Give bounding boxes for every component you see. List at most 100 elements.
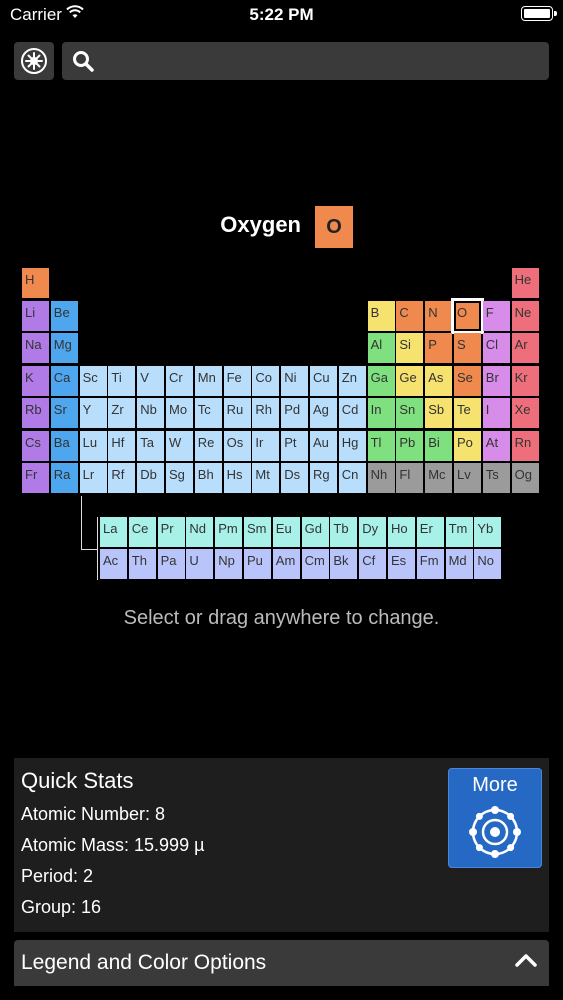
element-cell-si[interactable]: Si [396, 333, 424, 363]
element-cell-pd[interactable]: Pd [281, 398, 309, 428]
element-cell-pu[interactable]: Pu [244, 549, 271, 579]
element-cell-ir[interactable]: Ir [252, 430, 280, 461]
element-cell-fl[interactable]: Fl [396, 463, 424, 493]
element-cell-zr[interactable]: Zr [108, 398, 136, 428]
element-cell-mo[interactable]: Mo [166, 398, 193, 428]
more-button[interactable]: More [448, 768, 542, 868]
element-cell-tl[interactable]: Tl [367, 430, 395, 461]
element-cell-rn[interactable]: Rn [511, 430, 539, 461]
element-cell-n[interactable]: N [425, 300, 453, 331]
element-cell-cr[interactable]: Cr [166, 365, 193, 396]
element-cell-ne[interactable]: Ne [511, 300, 539, 331]
element-cell-og[interactable]: Og [511, 463, 539, 493]
element-cell-bi[interactable]: Bi [425, 430, 453, 461]
element-cell-as[interactable]: As [425, 365, 453, 396]
element-cell-es[interactable]: Es [388, 549, 415, 579]
element-cell-sc[interactable]: Sc [79, 365, 107, 396]
element-cell-nh[interactable]: Nh [367, 463, 395, 493]
element-cell-no[interactable]: No [474, 549, 502, 579]
element-cell-yb[interactable]: Yb [474, 517, 502, 547]
element-cell-lu[interactable]: Lu [79, 430, 107, 461]
element-cell-cu[interactable]: Cu [310, 365, 337, 396]
element-cell-re[interactable]: Re [194, 430, 222, 461]
element-cell-rh[interactable]: Rh [252, 398, 280, 428]
element-cell-md[interactable]: Md [445, 549, 473, 579]
element-cell-ac[interactable]: Ac [100, 549, 127, 579]
element-cell-pr[interactable]: Pr [157, 517, 185, 547]
element-cell-u[interactable]: U [186, 549, 214, 579]
element-cell-pm[interactable]: Pm [215, 517, 243, 547]
element-cell-ru[interactable]: Ru [223, 398, 251, 428]
element-cell-tm[interactable]: Tm [445, 517, 473, 547]
element-cell-np[interactable]: Np [215, 549, 243, 579]
element-cell-pb[interactable]: Pb [396, 430, 424, 461]
element-cell-la[interactable]: La [100, 517, 127, 547]
element-cell-tb[interactable]: Tb [330, 517, 358, 547]
element-cell-ra[interactable]: Ra [50, 463, 78, 493]
element-cell-cf[interactable]: Cf [359, 549, 387, 579]
element-cell-nd[interactable]: Nd [186, 517, 214, 547]
element-cell-tc[interactable]: Tc [194, 398, 222, 428]
element-cell-be[interactable]: Be [50, 300, 78, 331]
element-cell-kr[interactable]: Kr [511, 365, 539, 396]
element-cell-gd[interactable]: Gd [301, 517, 329, 547]
element-cell-dy[interactable]: Dy [359, 517, 387, 547]
element-cell-cn[interactable]: Cn [338, 463, 366, 493]
element-cell-c[interactable]: C [396, 300, 424, 331]
element-cell-b[interactable]: B [367, 300, 395, 331]
element-cell-sn[interactable]: Sn [396, 398, 424, 428]
element-cell-he[interactable]: He [511, 268, 539, 298]
element-cell-p[interactable]: P [425, 333, 453, 363]
element-cell-f[interactable]: F [482, 300, 510, 331]
element-cell-na[interactable]: Na [22, 333, 49, 363]
element-cell-db[interactable]: Db [137, 463, 165, 493]
element-cell-sg[interactable]: Sg [166, 463, 193, 493]
element-cell-mt[interactable]: Mt [252, 463, 280, 493]
element-cell-lv[interactable]: Lv [454, 463, 481, 493]
element-cell-li[interactable]: Li [22, 300, 49, 331]
element-cell-th[interactable]: Th [128, 549, 156, 579]
element-cell-te[interactable]: Te [454, 398, 481, 428]
element-cell-mn[interactable]: Mn [194, 365, 222, 396]
element-cell-ts[interactable]: Ts [482, 463, 510, 493]
element-cell-y[interactable]: Y [79, 398, 107, 428]
element-cell-al[interactable]: Al [367, 333, 395, 363]
element-cell-ar[interactable]: Ar [511, 333, 539, 363]
element-cell-lr[interactable]: Lr [79, 463, 107, 493]
element-cell-i[interactable]: I [482, 398, 510, 428]
element-cell-eu[interactable]: Eu [272, 517, 300, 547]
element-cell-s[interactable]: S [454, 333, 481, 363]
element-cell-po[interactable]: Po [454, 430, 481, 461]
element-cell-os[interactable]: Os [223, 430, 251, 461]
element-cell-w[interactable]: W [166, 430, 193, 461]
element-cell-rg[interactable]: Rg [310, 463, 337, 493]
element-cell-ds[interactable]: Ds [281, 463, 309, 493]
element-cell-h[interactable]: H [22, 268, 49, 298]
element-cell-xe[interactable]: Xe [511, 398, 539, 428]
element-cell-sb[interactable]: Sb [425, 398, 453, 428]
element-cell-co[interactable]: Co [252, 365, 280, 396]
element-cell-rb[interactable]: Rb [22, 398, 49, 428]
element-cell-at[interactable]: At [482, 430, 510, 461]
element-cell-rf[interactable]: Rf [108, 463, 136, 493]
element-cell-au[interactable]: Au [310, 430, 337, 461]
element-cell-hs[interactable]: Hs [223, 463, 251, 493]
element-cell-fr[interactable]: Fr [22, 463, 49, 493]
element-cell-se[interactable]: Se [454, 365, 481, 396]
element-cell-am[interactable]: Am [272, 549, 300, 579]
element-cell-mc[interactable]: Mc [425, 463, 453, 493]
element-cell-ta[interactable]: Ta [137, 430, 165, 461]
element-cell-k[interactable]: K [22, 365, 49, 396]
element-cell-pa[interactable]: Pa [157, 549, 185, 579]
element-cell-ag[interactable]: Ag [310, 398, 337, 428]
element-cell-pt[interactable]: Pt [281, 430, 309, 461]
element-cell-sm[interactable]: Sm [244, 517, 271, 547]
element-cell-ba[interactable]: Ba [50, 430, 78, 461]
element-cell-mg[interactable]: Mg [50, 333, 78, 363]
element-cell-in[interactable]: In [367, 398, 395, 428]
element-cell-ga[interactable]: Ga [367, 365, 395, 396]
element-cell-fm[interactable]: Fm [416, 549, 444, 579]
element-cell-nb[interactable]: Nb [137, 398, 165, 428]
element-cell-hg[interactable]: Hg [338, 430, 366, 461]
element-cell-cl[interactable]: Cl [482, 333, 510, 363]
